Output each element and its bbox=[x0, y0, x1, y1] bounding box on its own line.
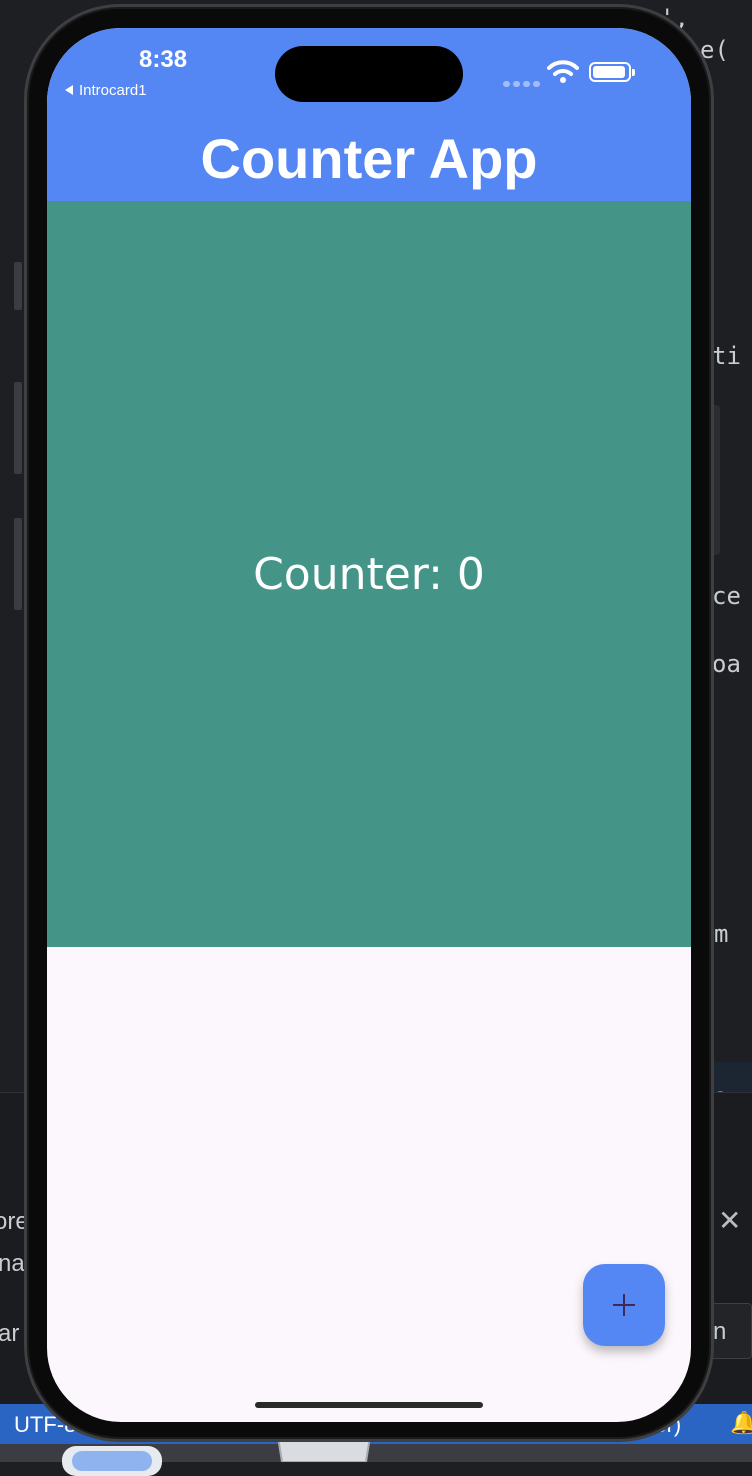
status-icons bbox=[503, 60, 635, 87]
plus-icon bbox=[613, 1294, 635, 1316]
counter-label: Counter: 0 bbox=[253, 549, 485, 600]
close-icon[interactable]: ✕ bbox=[718, 1204, 741, 1237]
gutter-marker bbox=[14, 382, 22, 474]
app-bar: 8:38 Introcard1 DEBUG Counter App bbox=[47, 28, 691, 201]
cellular-signal-icon bbox=[503, 74, 543, 92]
back-to-app-link[interactable]: Introcard1 bbox=[65, 82, 147, 99]
wifi-icon bbox=[547, 60, 579, 83]
back-app-label: Introcard1 bbox=[79, 82, 147, 99]
code-fragment: oa bbox=[712, 650, 741, 678]
back-arrow-icon bbox=[65, 85, 73, 95]
page-title: Counter App bbox=[200, 127, 538, 190]
panel-text-fragment: na bbox=[0, 1250, 25, 1277]
panel-text-fragment: n bbox=[713, 1318, 727, 1345]
home-indicator[interactable] bbox=[255, 1402, 483, 1408]
app-screen: 8:38 Introcard1 DEBUG Counter App Counte… bbox=[47, 28, 691, 1422]
code-fragment: m bbox=[714, 920, 729, 948]
dock-app-icon[interactable] bbox=[62, 1446, 162, 1476]
battery-icon bbox=[589, 62, 635, 82]
dynamic-island bbox=[275, 46, 463, 102]
increment-button[interactable] bbox=[583, 1264, 665, 1346]
code-fragment: ce bbox=[712, 582, 741, 610]
status-time: 8:38 bbox=[139, 46, 188, 73]
notification-bell-icon[interactable]: 🔔 bbox=[730, 1410, 752, 1436]
gutter-marker bbox=[14, 262, 22, 310]
counter-container: Counter: 0 bbox=[47, 201, 691, 947]
gutter-marker bbox=[14, 518, 22, 610]
code-fragment: ti bbox=[712, 342, 741, 370]
panel-text-fragment: ar bbox=[0, 1320, 20, 1347]
